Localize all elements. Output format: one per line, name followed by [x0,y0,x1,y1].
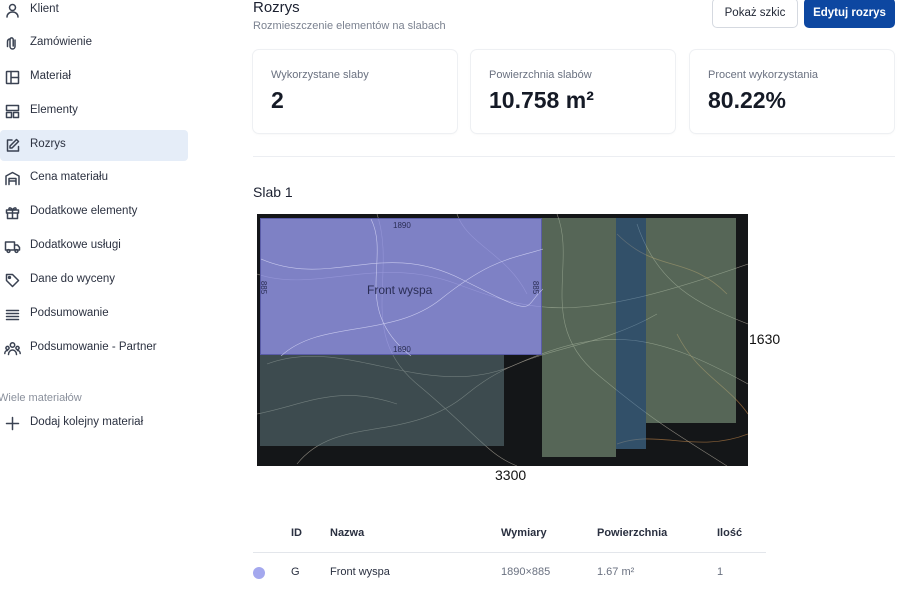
cell-id: G [291,566,300,578]
row-color-dot [253,567,265,579]
edit-icon [4,137,21,154]
table-header-name: Nazwa [330,527,365,539]
sidebar-item-elementy[interactable]: Elementy [0,96,188,127]
section-divider [253,156,895,157]
piece-dim-bottom: 1890 [393,345,411,354]
sidebar-item-label: Dane do wyceny [30,273,116,285]
stat-value: 2 [271,87,284,113]
sidebar-item-label: Dodatkowe usługi [30,239,121,251]
table-header-id: ID [291,527,302,539]
tag-icon [4,272,21,289]
table-header-qty: Ilość [717,527,743,539]
slab-piece[interactable] [260,355,504,446]
slab-piece[interactable] [616,218,646,449]
slab-height-label: 1630 [749,331,781,347]
user-icon [4,2,21,19]
sidebar-item-label: Rozrys [30,138,66,150]
page-title: Rozrys [253,0,300,16]
slab-canvas[interactable]: 1890 1890 885 885 Front wyspa [257,214,748,466]
stat-value: 80.22% [708,87,787,113]
slab-piece[interactable] [646,218,736,423]
cell-area: 1.67 m² [597,566,635,578]
sidebar-item-label: Podsumowanie [30,307,109,319]
truck-icon [4,238,21,255]
stat-label: Powierzchnia slabów [489,69,592,81]
sidebar-item-label: Dodatkowe elementy [30,205,138,217]
plus-icon [4,415,21,432]
users-icon [4,340,21,357]
slab-piece-front-wyspa[interactable]: 1890 1890 885 885 Front wyspa [259,218,543,356]
show-sketch-button[interactable]: Pokaż szkic [712,0,798,28]
page-subtitle: Rozmieszczenie elementów na slabach [253,20,446,32]
stat-card-used-slabs: Wykorzystane slaby 2 [253,50,457,133]
add-material-button[interactable]: Dodaj kolejny materiał [0,410,188,436]
sidebar-item-zamowienie[interactable]: Zamówienie [0,28,188,59]
stat-value: 10.758 m² [489,87,594,113]
sidebar-item-dodatkowe-uslugi[interactable]: Dodatkowe usługi [0,231,188,262]
piece-dim-right: 885 [531,280,541,295]
sidebar-item-label: Cena materiału [30,171,108,183]
sidebar-item-rozrys[interactable]: Rozrys [0,130,188,161]
gift-icon [4,204,21,221]
edit-layout-button[interactable]: Edytuj rozrys [804,0,895,28]
list-icon [4,306,21,323]
add-material-label: Dodaj kolejny materiał [30,416,144,428]
stat-label: Wykorzystane slaby [271,69,369,81]
layout-icon [4,69,21,86]
sidebar-item-label: Zamówienie [30,36,92,48]
sidebar-item-dane-do-wyceny[interactable]: Dane do wyceny [0,265,188,296]
sidebar-item-dodatkowe-elementy[interactable]: Dodatkowe elementy [0,197,188,228]
piece-dim-left: 885 [259,280,269,295]
sidebar-item-podsumowanie-partner[interactable]: Podsumowanie - Partner [0,333,188,364]
piece-dim-top: 1890 [393,221,411,230]
sidebar-item-klient[interactable]: Klient [0,0,188,26]
cell-qty: 1 [717,566,724,578]
stat-card-slab-area: Powierzchnia slabów 10.758 m² [471,50,675,133]
paperclip-icon [4,35,21,52]
stat-card-utilization: Procent wykorzystania 80.22% [690,50,894,133]
sidebar: Klient Zamówienie Materiał Elementy Rozr… [0,0,195,593]
table-header-area: Powierzchnia [597,527,668,539]
warehouse-icon [4,170,21,187]
elements-icon [4,103,21,120]
slab-piece[interactable] [542,218,616,457]
piece-name: Front wyspa [367,283,433,297]
cell-name: Front wyspa [330,566,390,578]
sidebar-item-cena-materialu[interactable]: Cena materiału [0,163,188,194]
slab-width-label: 3300 [495,467,527,483]
cell-dims: 1890×885 [501,566,551,578]
table-header-dims: Wymiary [501,527,547,539]
slab-title: Slab 1 [253,184,293,200]
stat-label: Procent wykorzystania [708,69,819,81]
section-label-multi-material: Wiele materiałów [0,392,82,404]
sidebar-item-podsumowanie[interactable]: Podsumowanie [0,299,188,330]
sidebar-item-label: Podsumowanie - Partner [30,341,157,353]
sidebar-item-label: Elementy [30,104,78,116]
table-divider [253,552,766,553]
sidebar-item-material[interactable]: Materiał [0,62,188,93]
sidebar-item-label: Materiał [30,70,71,82]
sidebar-item-label: Klient [30,3,59,15]
